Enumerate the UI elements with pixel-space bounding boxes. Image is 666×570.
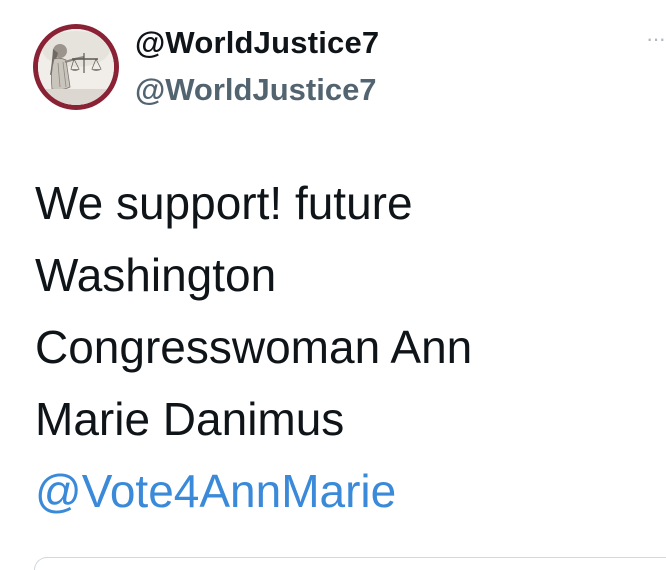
tweet-text-line: Washington	[35, 249, 277, 301]
tweet-text-line: Congresswoman Ann	[35, 321, 473, 373]
embedded-card-edge	[34, 557, 666, 570]
lady-justice-icon	[38, 29, 114, 105]
tweet-text-line: We support! future	[35, 177, 413, 229]
tweet-body: We support! future Washington Congresswo…	[35, 167, 645, 527]
mention-link[interactable]: @Vote4AnnMarie	[35, 455, 645, 527]
user-display-name[interactable]: @WorldJustice7	[135, 25, 379, 61]
user-avatar[interactable]	[33, 24, 119, 110]
more-dots-icon[interactable]: ···	[646, 26, 666, 52]
tweet-card: @WorldJustice7 @WorldJustice7 ··· We sup…	[0, 0, 666, 570]
tweet-text-line: Marie Danimus	[35, 393, 345, 445]
user-handle[interactable]: @WorldJustice7	[135, 72, 377, 108]
